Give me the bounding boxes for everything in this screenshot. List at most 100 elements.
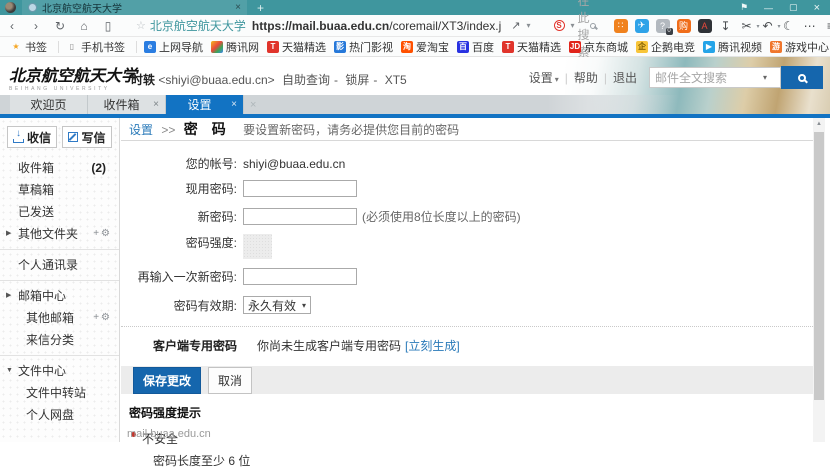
webmail-tabstrip: 欢迎页 收件箱 × 设置 × ×: [0, 95, 830, 114]
current-password-label: 现用密码:: [121, 180, 243, 197]
chevron-down-icon: ▾: [302, 301, 306, 310]
forward-icon[interactable]: ›: [24, 19, 48, 33]
save-changes-button[interactable]: 保存更改: [133, 367, 201, 394]
sidebar-item-other-mailbox[interactable]: 其他邮箱 +⚙: [0, 307, 119, 329]
screenshot-scissors-icon[interactable]: ✂ ▾: [740, 19, 754, 33]
tab-settings[interactable]: 设置 ×: [166, 95, 244, 114]
collapse-arrow-icon[interactable]: ▼: [6, 360, 13, 382]
generate-client-password-link[interactable]: [立刻生成]: [405, 337, 460, 354]
sidebar-item-net-disk[interactable]: 个人网盘: [0, 404, 119, 426]
sidebar-item-inbox[interactable]: 收件箱 (2): [0, 157, 119, 179]
breadcrumb-settings-link[interactable]: 设置: [129, 123, 153, 137]
bookmark-item[interactable]: T 天猫精选: [267, 39, 326, 55]
bookmark-item[interactable]: ★ 书签: [10, 39, 47, 55]
sidebar-item-sent[interactable]: 已发送: [0, 201, 119, 223]
bookmark-item[interactable]: e 上网导航: [144, 39, 203, 55]
reader-mode-icon[interactable]: ▯: [96, 19, 120, 33]
tab-welcome[interactable]: 欢迎页: [10, 95, 88, 114]
sidebar-item-mail-center[interactable]: ▶ 邮箱中心: [0, 285, 119, 307]
gear-icon[interactable]: ⚙: [101, 312, 112, 323]
baidu-paw-icon: 百: [457, 41, 469, 53]
page-scrollbar[interactable]: ▲: [813, 118, 825, 442]
self-query-link[interactable]: 自助查询: [282, 73, 330, 87]
bookmark-item[interactable]: ▶ 腾讯视频: [703, 39, 762, 55]
bookmark-item[interactable]: 影 热门影视: [334, 39, 393, 55]
extension-caret-icon: ▾: [757, 23, 760, 30]
close-button[interactable]: ×: [814, 2, 820, 14]
logout-link[interactable]: 退出: [613, 69, 637, 86]
bird-icon[interactable]: ✈: [635, 19, 649, 33]
help-link[interactable]: 帮助: [574, 69, 598, 86]
expand-arrow-icon[interactable]: ▶: [6, 285, 11, 307]
sidebar-item-mail-classify[interactable]: 来信分类: [0, 329, 119, 351]
tab-extra-close-icon[interactable]: ×: [250, 99, 256, 111]
home-icon[interactable]: ⌂: [72, 19, 96, 33]
bookmark-item[interactable]: T 天猫精选: [502, 39, 561, 55]
site-name[interactable]: 北京航空航天大学: [150, 17, 246, 34]
url-dropdown-icon[interactable]: ▾: [527, 21, 531, 30]
gear-icon[interactable]: ⚙: [101, 228, 112, 239]
new-password-input[interactable]: [243, 208, 357, 225]
settings-menu-link[interactable]: 设置▾: [529, 69, 559, 86]
cancel-button[interactable]: 取消: [208, 367, 252, 394]
bookmark-item[interactable]: ▯ 手机书签: [66, 39, 125, 55]
search-icon[interactable]: [590, 23, 596, 29]
address-url[interactable]: https://mail.buaa.edu.cn/coremail/XT3/in…: [252, 19, 501, 33]
shopping-bag-icon[interactable]: 购: [677, 19, 691, 33]
night-mode-moon-icon[interactable]: ☾: [782, 19, 796, 33]
tab-close-icon[interactable]: ×: [153, 99, 159, 110]
sidebar-item-contacts[interactable]: 个人通讯录: [0, 254, 119, 276]
account-label: 您的帐号:: [121, 155, 243, 172]
favorite-star-icon[interactable]: ☆: [136, 19, 146, 32]
validity-select[interactable]: 永久有效 ▾: [243, 296, 311, 314]
tab-inbox[interactable]: 收件箱 ×: [88, 95, 166, 114]
webmail-header: 北京航空航天大学 BEIHANG UNIVERSITY 时轶 <shiyi@bu…: [0, 57, 830, 114]
qq-helper-icon[interactable]: ? 0: [656, 19, 670, 33]
add-folder-icon[interactable]: +: [93, 228, 101, 239]
scroll-up-arrow-icon[interactable]: ▲: [813, 118, 825, 131]
compose-mail-button[interactable]: 写信: [62, 126, 112, 148]
history-undo-icon[interactable]: ↶ ▾: [761, 19, 775, 33]
confirm-password-input[interactable]: [243, 268, 357, 285]
refresh-icon[interactable]: ↻: [48, 19, 72, 33]
search-engine-dropdown-icon[interactable]: ▾: [571, 21, 575, 30]
bookmark-item[interactable]: 淘 爱淘宝: [401, 39, 449, 55]
sidebar-item-file-center[interactable]: ▼ 文件中心: [0, 360, 119, 382]
add-mailbox-icon[interactable]: +: [93, 312, 101, 323]
share-icon[interactable]: ↗: [511, 19, 520, 32]
lock-screen-link[interactable]: 锁屏: [345, 73, 369, 87]
current-password-input[interactable]: [243, 180, 357, 197]
search-scope-dropdown-icon[interactable]: ▾: [763, 73, 767, 82]
mail-search-button[interactable]: [781, 66, 823, 89]
browser-tab[interactable]: 北京航空航天大学 ×: [22, 0, 247, 15]
bookmark-item[interactable]: 企 企鹅电竞: [636, 39, 695, 55]
scrollbar-thumb[interactable]: [814, 132, 824, 400]
tmall-icon: T: [267, 41, 279, 53]
mail-search-input[interactable]: [655, 71, 763, 85]
sidebar-item-drafts[interactable]: 草稿箱: [0, 179, 119, 201]
sidebar-item-other-folders[interactable]: ▶ 其他文件夹 +⚙: [0, 223, 119, 245]
titlebar-tool-icon[interactable]: ⚑: [740, 2, 748, 13]
reader-app-icon[interactable]: A: [698, 19, 712, 33]
bookmark-item[interactable]: 游 游戏中心: [770, 39, 829, 55]
browser-tab-close-icon[interactable]: ×: [235, 2, 241, 13]
browser-profile-avatar[interactable]: [5, 2, 16, 13]
more-dots-icon[interactable]: ⋯: [803, 19, 817, 33]
expand-arrow-icon[interactable]: ▶: [6, 223, 11, 245]
back-icon[interactable]: ‹: [0, 19, 24, 33]
download-icon[interactable]: ↧: [719, 19, 733, 33]
bookmark-item[interactable]: 百 百度: [457, 39, 494, 55]
xt5-link[interactable]: XT5: [385, 73, 407, 87]
minimize-button[interactable]: —: [764, 3, 773, 13]
game-controller-icon[interactable]: ∷: [614, 19, 628, 33]
bookmark-item[interactable]: 腾讯网: [211, 39, 259, 55]
new-tab-button[interactable]: +: [257, 1, 264, 15]
menu-icon[interactable]: ≡: [824, 19, 830, 33]
dotted-divider: [121, 326, 813, 327]
receive-mail-button[interactable]: 收信: [7, 126, 57, 148]
bookmark-item[interactable]: JD 京东商城: [569, 39, 628, 55]
tab-close-icon[interactable]: ×: [231, 99, 237, 110]
maximize-button[interactable]: ▢: [789, 2, 798, 13]
toolbar-search-box[interactable]: S ▾ 在此搜索: [550, 18, 600, 34]
sidebar-item-file-transfer[interactable]: 文件中转站: [0, 382, 119, 404]
